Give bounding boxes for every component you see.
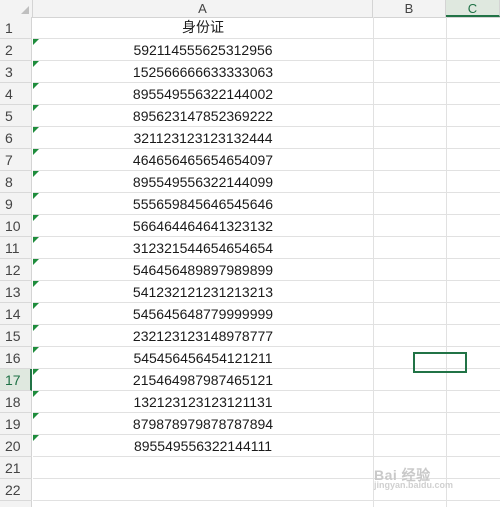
row-header-1[interactable]: 1 [0,17,32,39]
row-header-10[interactable]: 10 [0,215,32,237]
row-header-17[interactable]: 17 [0,369,32,391]
cell-a1[interactable]: 身份证 [33,17,373,39]
number-as-text-indicator-icon [33,281,39,287]
number-as-text-indicator-icon [33,105,39,111]
row-header-6[interactable]: 6 [0,127,32,149]
cell-a20[interactable]: 895549556322144111 [33,435,373,457]
row-header-22[interactable]: 22 [0,479,32,501]
cell-a15[interactable]: 232123123148978777 [33,325,373,347]
cell-a10[interactable]: 566464464641323132 [33,215,373,237]
column-header-a[interactable]: A [33,0,373,17]
column-header-b[interactable]: B [373,0,446,17]
number-as-text-indicator-icon [33,259,39,265]
row-header-20[interactable]: 20 [0,435,32,457]
number-as-text-indicator-icon [33,39,39,45]
cell-grid[interactable]: 身份证 592114555625312956 152566666633333063 8… [33,17,500,507]
row-header-12[interactable]: 12 [0,259,32,281]
row-header-19[interactable]: 19 [0,413,32,435]
cell-a11[interactable]: 312321544654654654 [33,237,373,259]
baidu-watermark: Bai 经验 jingyan.baidu.com [374,461,484,490]
number-as-text-indicator-icon [33,237,39,243]
number-as-text-indicator-icon [33,413,39,419]
row-header-4[interactable]: 4 [0,83,32,105]
select-all-triangle-icon [21,6,29,14]
cell-a21[interactable] [33,457,373,479]
number-as-text-indicator-icon [33,149,39,155]
cell-a22[interactable] [33,479,373,501]
number-as-text-indicator-icon [33,303,39,309]
cell-a12[interactable]: 546456489897989899 [33,259,373,281]
number-as-text-indicator-icon [33,215,39,221]
cell-a6[interactable]: 321123123123132444 [33,127,373,149]
cell-a3[interactable]: 152566666633333063 [33,61,373,83]
cell-a7[interactable]: 464656465654654097 [33,149,373,171]
row-header-18[interactable]: 18 [0,391,32,413]
number-as-text-indicator-icon [33,435,39,441]
cell-a14[interactable]: 545645648779999999 [33,303,373,325]
cell-a8[interactable]: 895549556322144099 [33,171,373,193]
cell-a9[interactable]: 555659845646545646 [33,193,373,215]
cell-a17[interactable]: 215464987987465121 [33,369,373,391]
number-as-text-indicator-icon [33,391,39,397]
column-header-bar: A B C [0,0,500,18]
cell-a4[interactable]: 895549556322144002 [33,83,373,105]
active-cell-selection[interactable] [413,352,467,373]
row-header-2[interactable]: 2 [0,39,32,61]
spreadsheet: A B C 1 2 3 4 5 6 7 8 9 10 11 12 13 14 15 16 17 18 19 20 21 2… [0,0,500,507]
cell-a19[interactable]: 879878979878787894 [33,413,373,435]
column-header-c[interactable]: C [446,0,500,17]
row-header-column: 1 2 3 4 5 6 7 8 9 10 11 12 13 14 15 16 17 18 19 20 21 22 [0,17,32,507]
row-header-9[interactable]: 9 [0,193,32,215]
row-header-11[interactable]: 11 [0,237,32,259]
row-header-5[interactable]: 5 [0,105,32,127]
number-as-text-indicator-icon [33,193,39,199]
select-all-corner[interactable] [0,0,33,17]
row-header-21[interactable]: 21 [0,457,32,479]
number-as-text-indicator-icon [33,171,39,177]
number-as-text-indicator-icon [33,61,39,67]
number-as-text-indicator-icon [33,325,39,331]
cell-a13[interactable]: 541232121231213213 [33,281,373,303]
row-header-13[interactable]: 13 [0,281,32,303]
number-as-text-indicator-icon [33,83,39,89]
cell-a5[interactable]: 895623147852369222 [33,105,373,127]
number-as-text-indicator-icon [33,127,39,133]
watermark-subtext: jingyan.baidu.com [374,480,454,490]
row-header-16[interactable]: 16 [0,347,32,369]
row-header-15[interactable]: 15 [0,325,32,347]
cell-a16[interactable]: 545456456454121211 [33,347,373,369]
cell-a2[interactable]: 592114555625312956 [33,39,373,61]
row-header-8[interactable]: 8 [0,171,32,193]
row-header-7[interactable]: 7 [0,149,32,171]
number-as-text-indicator-icon [33,369,39,375]
row-header-3[interactable]: 3 [0,61,32,83]
row-header-14[interactable]: 14 [0,303,32,325]
cell-a18[interactable]: 132123123123121131 [33,391,373,413]
number-as-text-indicator-icon [33,347,39,353]
